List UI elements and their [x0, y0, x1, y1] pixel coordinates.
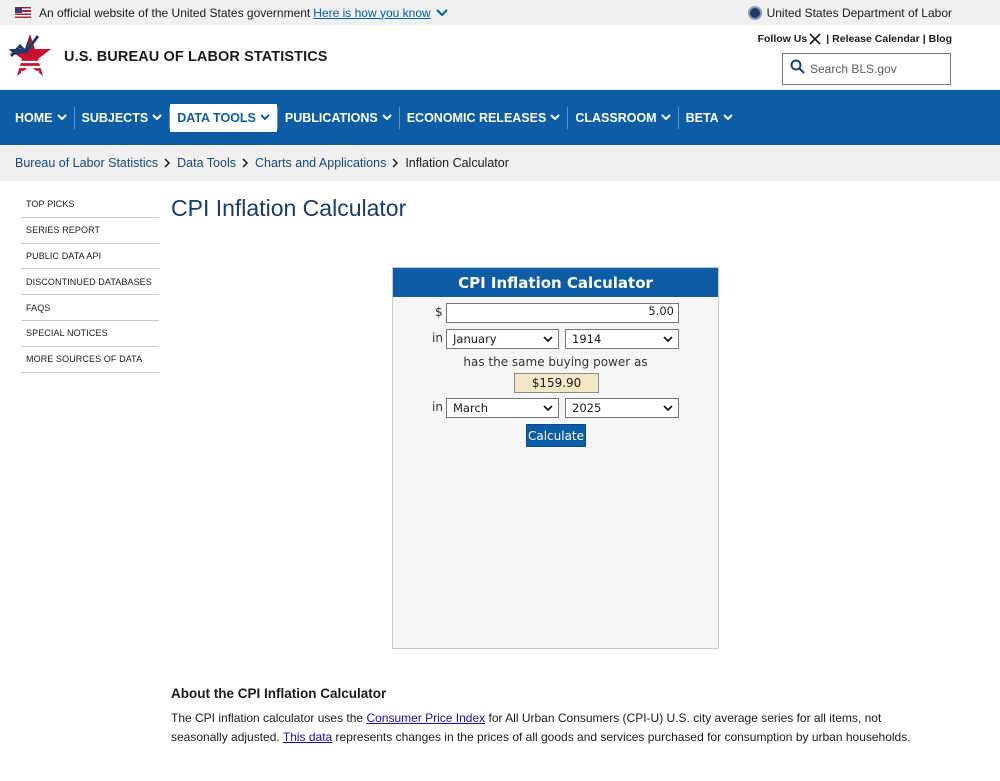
nav-item-label: PUBLICATIONS	[284, 110, 378, 125]
result-value: $159.90	[514, 373, 599, 393]
from-month-value: January	[453, 332, 497, 346]
currency-symbol: $	[435, 305, 443, 319]
in-label: in	[432, 331, 443, 345]
main-nav: HOME SUBJECTS DATA TOOLS PUBLICATIONS EC…	[0, 90, 1000, 145]
dol-seal-icon	[747, 5, 762, 20]
nav-item-label: CLASSROOM	[575, 110, 657, 125]
this-data-link[interactable]: This data	[283, 730, 332, 744]
release-calendar-link[interactable]: Release Calendar	[832, 33, 920, 45]
blog-link[interactable]: Blog	[929, 33, 952, 45]
nav-item-label: SUBJECTS	[81, 110, 149, 125]
chevron-down-icon	[152, 114, 162, 121]
sidebar: TOP PICKS SERIES REPORT PUBLIC DATA API …	[21, 192, 159, 373]
nav-item-label: BETA	[685, 110, 719, 125]
breadcrumb-current: Inflation Calculator	[405, 156, 509, 170]
chevron-right-icon	[164, 158, 171, 168]
to-year-value: 2025	[572, 401, 602, 415]
chevron-right-icon	[392, 158, 399, 168]
breadcrumb-link-data-tools[interactable]: Data Tools	[177, 156, 236, 170]
chevron-down-icon	[260, 114, 270, 121]
about-text-part: represents changes in the prices of all …	[332, 730, 911, 744]
chevron-down-icon	[660, 114, 671, 121]
chevron-down-icon	[56, 114, 67, 121]
about-title: About the CPI Inflation Calculator	[171, 686, 387, 701]
chevron-down-icon	[543, 404, 553, 412]
chevron-down-icon	[663, 335, 673, 343]
calculator-title: CPI Inflation Calculator	[393, 268, 718, 297]
cpi-link[interactable]: Consumer Price Index	[366, 711, 485, 725]
nav-item-label: DATA TOOLS	[177, 110, 256, 125]
dol-link[interactable]: United States Department of Labor	[747, 0, 952, 25]
nav-item-classroom[interactable]: CLASSROOM	[568, 104, 677, 132]
breadcrumb-link-bls[interactable]: Bureau of Labor Statistics	[15, 156, 158, 170]
inflation-calculator: CPI Inflation Calculator $ 5.00 in Janua…	[392, 267, 719, 649]
search-icon[interactable]	[790, 59, 805, 79]
nav-item-label: HOME	[15, 110, 53, 125]
nav-item-home[interactable]: HOME	[8, 104, 74, 132]
nav-item-subjects[interactable]: SUBJECTS	[75, 104, 170, 132]
sidebar-item-public-data-api[interactable]: PUBLIC DATA API	[21, 244, 159, 270]
same-buying-power-text: has the same buying power as	[463, 355, 648, 369]
from-year-select[interactable]: 1914	[565, 329, 679, 349]
sidebar-item-discontinued-databases[interactable]: DISCONTINUED DATABASES	[21, 269, 159, 296]
nav-item-beta[interactable]: BETA	[679, 104, 740, 132]
how-you-know-link[interactable]: Here is how you know	[313, 6, 430, 20]
sidebar-item-faqs[interactable]: FAQS	[21, 295, 159, 321]
chevron-down-icon	[543, 335, 553, 343]
breadcrumb: Bureau of Labor Statistics Data Tools Ch…	[0, 145, 1000, 181]
about-text-part: The CPI inflation calculator uses the	[171, 711, 367, 725]
us-flag-icon	[15, 7, 31, 18]
follow-us-label: Follow Us	[757, 33, 808, 45]
to-year-select[interactable]: 2025	[565, 398, 679, 418]
amount-input[interactable]: 5.00	[446, 303, 679, 323]
site-title[interactable]: U.S. BUREAU OF LABOR STATISTICS	[64, 49, 328, 65]
nav-item-data-tools[interactable]: DATA TOOLS	[170, 103, 277, 132]
bls-logo-icon[interactable]	[8, 32, 52, 80]
gov-banner: An official website of the United States…	[0, 0, 1000, 25]
chevron-right-icon	[242, 158, 249, 168]
site-header: U.S. BUREAU OF LABOR STATISTICS Follow U…	[0, 25, 1000, 90]
chevron-down-icon	[382, 114, 392, 121]
from-month-select[interactable]: January	[446, 329, 559, 349]
to-month-value: March	[453, 401, 489, 415]
utility-links: Follow Us | Release Calendar | Blog	[758, 33, 952, 45]
to-month-select[interactable]: March	[446, 398, 559, 418]
chevron-down-icon	[550, 114, 561, 121]
search-input[interactable]	[810, 62, 940, 76]
page-title: CPI Inflation Calculator	[171, 195, 407, 221]
sidebar-item-series-report[interactable]: SERIES REPORT	[21, 218, 159, 244]
gov-banner-text: An official website of the United States…	[39, 5, 311, 20]
separator: |	[826, 33, 830, 45]
from-year-value: 1914	[572, 332, 602, 346]
x-social-icon[interactable]	[809, 33, 821, 45]
in-label: in	[432, 400, 443, 414]
about-text: The CPI inflation calculator uses the Co…	[171, 709, 931, 747]
calculate-button[interactable]: Calculate	[526, 424, 586, 447]
chevron-down-icon	[663, 404, 673, 412]
breadcrumb-link-charts[interactable]: Charts and Applications	[255, 156, 386, 170]
nav-item-publications[interactable]: PUBLICATIONS	[278, 104, 399, 132]
chevron-down-icon[interactable]	[435, 8, 448, 17]
nav-item-label: ECONOMIC RELEASES	[406, 110, 547, 125]
sidebar-item-top-picks[interactable]: TOP PICKS	[21, 192, 159, 218]
nav-item-economic-releases[interactable]: ECONOMIC RELEASES	[400, 104, 568, 132]
separator: |	[922, 33, 926, 45]
sidebar-item-special-notices[interactable]: SPECIAL NOTICES	[21, 321, 159, 347]
search-box[interactable]	[782, 53, 951, 85]
chevron-down-icon	[722, 114, 733, 121]
sidebar-item-more-sources[interactable]: MORE SOURCES OF DATA	[21, 347, 159, 373]
dol-label: United States Department of Labor	[766, 5, 952, 20]
